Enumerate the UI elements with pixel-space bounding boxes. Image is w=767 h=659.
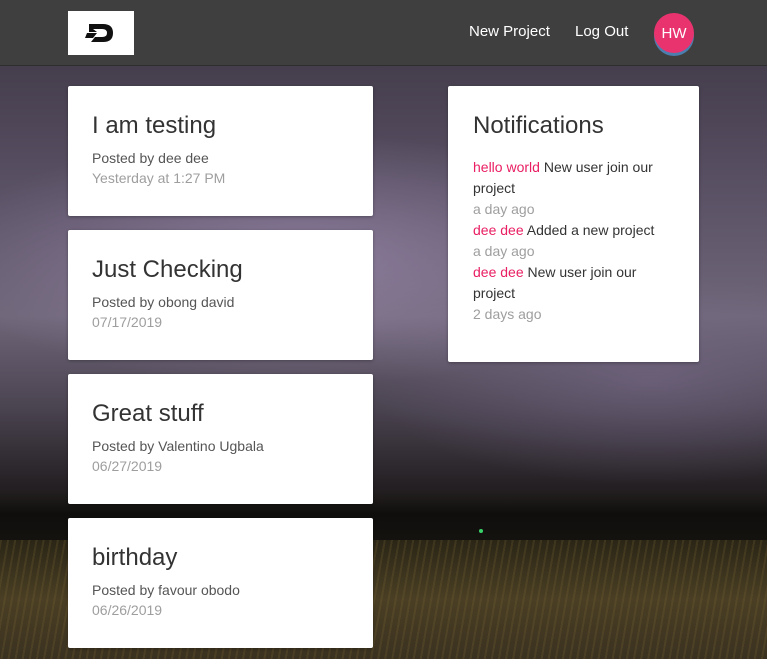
d-logo-icon bbox=[85, 24, 113, 42]
log-out-link[interactable]: Log Out bbox=[575, 23, 628, 40]
notification-time: 2 days ago bbox=[473, 306, 542, 322]
post-author: Posted by dee dee bbox=[92, 150, 209, 166]
notification-time: a day ago bbox=[473, 243, 535, 259]
post-date: Yesterday at 1:27 PM bbox=[92, 170, 226, 186]
post-card[interactable]: I am testing Posted by dee dee Yesterday… bbox=[68, 86, 373, 216]
post-author: Posted by obong david bbox=[92, 294, 235, 310]
navbar: New Project Log Out HW bbox=[0, 0, 767, 66]
notification-user: hello world bbox=[473, 159, 540, 175]
notification-item: dee dee Added a new project bbox=[473, 220, 675, 241]
notification-user: dee dee bbox=[473, 264, 524, 280]
notification-text: Added a new project bbox=[523, 222, 655, 238]
post-author: Posted by Valentino Ugbala bbox=[92, 438, 264, 454]
new-project-link[interactable]: New Project bbox=[469, 23, 550, 40]
notification-user: dee dee bbox=[473, 222, 524, 238]
logo-link[interactable] bbox=[68, 11, 134, 55]
post-card[interactable]: birthday Posted by favour obodo 06/26/20… bbox=[68, 518, 373, 648]
post-date: 06/26/2019 bbox=[92, 602, 163, 618]
notification-item: hello world New user join our project bbox=[473, 157, 675, 199]
post-card[interactable]: Great stuff Posted by Valentino Ugbala 0… bbox=[68, 374, 373, 504]
notification-item: dee dee New user join our project bbox=[473, 262, 675, 304]
post-card[interactable]: Just Checking Posted by obong david 07/1… bbox=[68, 230, 373, 360]
background-light bbox=[479, 529, 483, 533]
notifications-panel: Notifications hello world New user join … bbox=[448, 86, 699, 362]
notification-time: a day ago bbox=[473, 201, 535, 217]
notifications-title: Notifications bbox=[473, 112, 604, 139]
post-date: 06/27/2019 bbox=[92, 458, 163, 474]
post-date: 07/17/2019 bbox=[92, 314, 163, 330]
post-title[interactable]: Great stuff bbox=[92, 400, 349, 428]
post-title[interactable]: birthday bbox=[92, 544, 349, 572]
post-author: Posted by favour obodo bbox=[92, 582, 240, 598]
post-title[interactable]: Just Checking bbox=[92, 256, 349, 284]
avatar[interactable]: HW bbox=[654, 13, 694, 53]
post-title[interactable]: I am testing bbox=[92, 112, 349, 140]
